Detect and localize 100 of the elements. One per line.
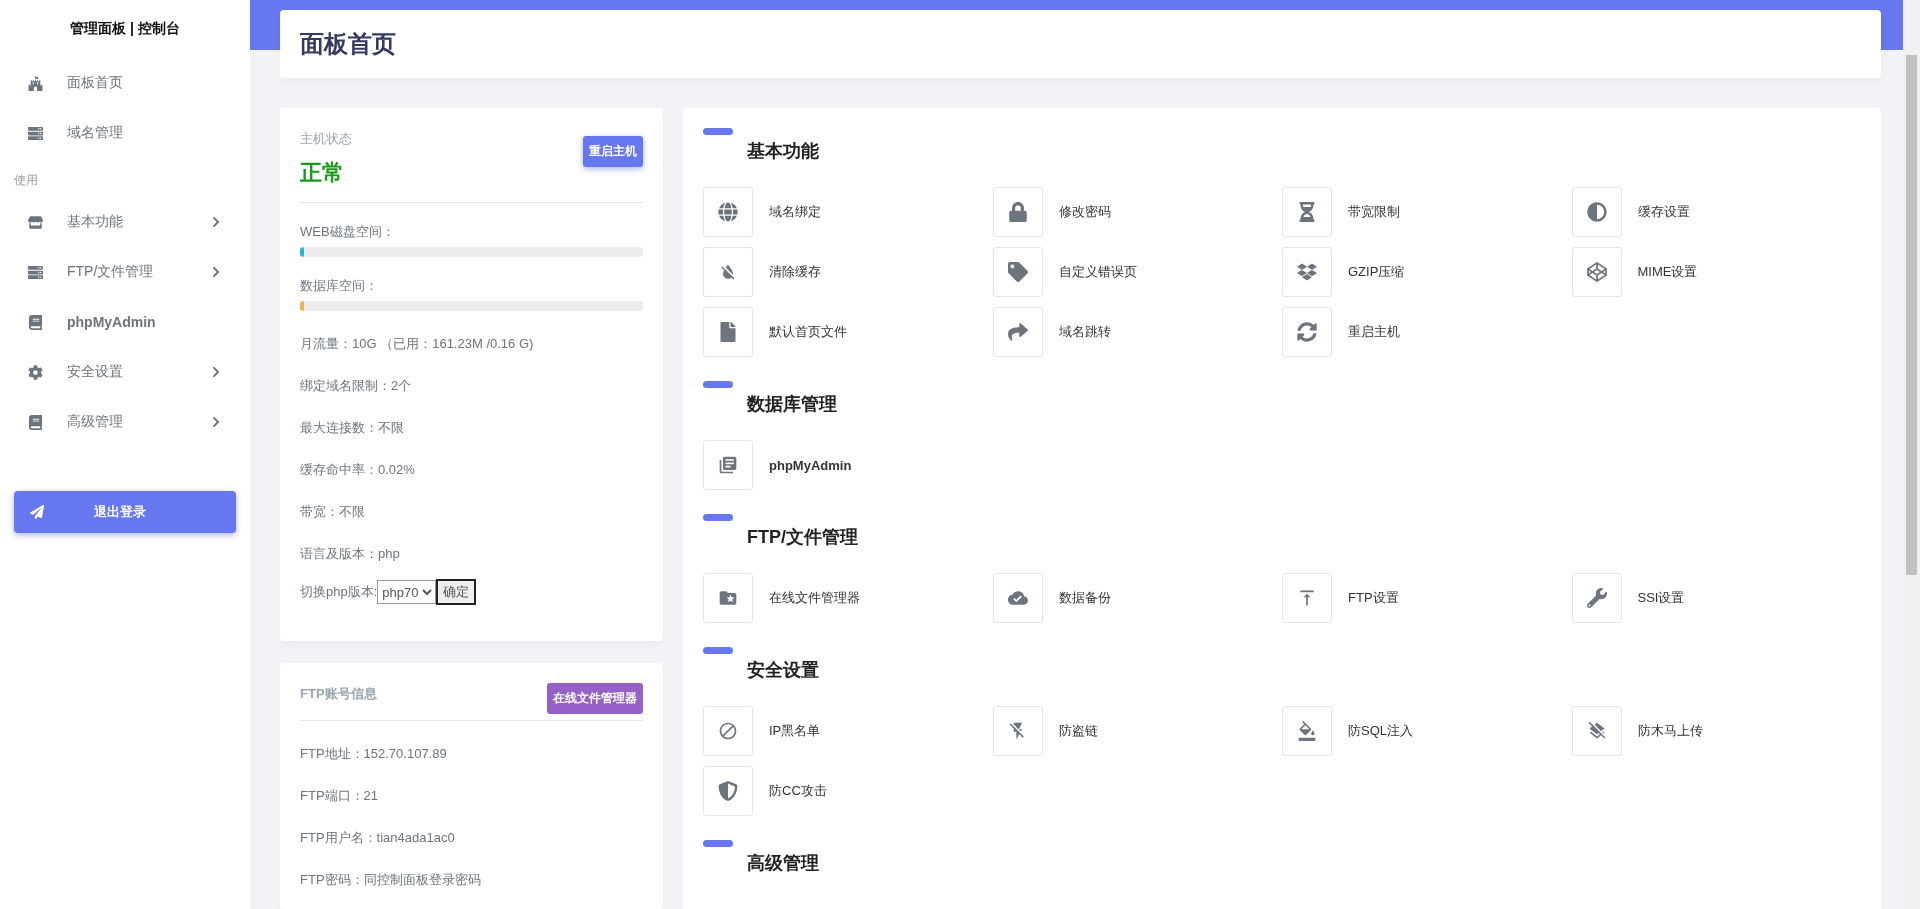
library-icon (718, 455, 738, 475)
feature-link[interactable]: GZIP压缩 (1348, 263, 1405, 281)
section-title: 数据库管理 (747, 393, 838, 416)
section-title: FTP/文件管理 (747, 526, 859, 549)
feature-icon-button[interactable] (1571, 573, 1622, 623)
feature-icon-button[interactable] (703, 706, 753, 756)
feature-icon-button[interactable] (703, 307, 753, 357)
refresh-icon (1297, 322, 1317, 342)
server-icon (28, 264, 43, 280)
feature-icon-button[interactable] (703, 440, 753, 490)
confirm-button[interactable]: 确定 (436, 579, 477, 605)
feature-link[interactable]: phpMyAdmin (769, 457, 852, 473)
feature-link[interactable]: MIME设置 (1637, 263, 1698, 281)
usage-label: 数据库空间： (300, 277, 379, 295)
feature-link[interactable]: FTP设置 (1348, 589, 1399, 607)
feature-icon-button[interactable] (703, 766, 753, 816)
php-version-select[interactable]: php70 (377, 580, 437, 604)
feature-icon-button[interactable] (992, 247, 1043, 297)
block-icon (718, 721, 738, 741)
chevron-icon (210, 266, 222, 278)
feature-icon-button[interactable] (1571, 247, 1622, 297)
feature-icon-button[interactable] (992, 573, 1043, 623)
page-title: 面板首页 (300, 29, 396, 59)
feature-link[interactable]: 修改密码 (1058, 203, 1111, 221)
sidebar-section-label: 使用 (14, 172, 39, 189)
boxes-icon (1297, 262, 1317, 282)
section-title: 安全设置 (747, 659, 820, 682)
info-text: 绑定域名限制：2个 (300, 377, 413, 395)
feature-link[interactable]: SSI设置 (1637, 589, 1685, 607)
feature-icon-button[interactable] (1571, 706, 1622, 756)
feature-icon-button[interactable] (992, 706, 1043, 756)
sidebar-item[interactable]: 面板首页 (14, 58, 236, 108)
sidebar-item[interactable]: 安全设置 (14, 347, 236, 397)
section-marker (703, 840, 733, 847)
feature-icon-button[interactable] (1282, 307, 1332, 357)
feature-link[interactable]: 清除缓存 (769, 263, 821, 281)
sidebar-item[interactable]: FTP/文件管理 (14, 247, 236, 297)
feature-link[interactable]: 默认首页文件 (769, 323, 847, 341)
scrollbar-thumb[interactable] (1906, 55, 1917, 575)
info-text: FTP端口：21 (300, 787, 379, 805)
logout-button[interactable]: 退出登录 (14, 491, 236, 533)
feature-icon-button[interactable] (992, 187, 1043, 237)
store-icon (28, 214, 43, 230)
info-text: 月流量：10G （已用：161.23M /0.16 G) (300, 335, 535, 353)
info-text: FTP用户名：tian4ada1ac0 (300, 829, 456, 847)
chevron-icon (210, 366, 222, 378)
sidebar-item[interactable]: 高级管理 (14, 397, 236, 447)
section-marker (703, 128, 733, 135)
file-icon (718, 322, 738, 342)
feature-link[interactable]: 防SQL注入 (1348, 722, 1413, 740)
info-text: FTP地址：152.70.107.89 (300, 745, 448, 763)
sidebar-item[interactable]: 域名管理 (14, 108, 236, 158)
section-marker (703, 381, 733, 388)
shield-icon (718, 781, 738, 801)
sidebar-item[interactable]: phpMyAdmin (14, 297, 236, 347)
tag-icon (1007, 262, 1028, 282)
feature-icon-button[interactable] (703, 573, 753, 623)
feature-icon-button[interactable] (703, 247, 753, 297)
feature-link[interactable]: 带宽限制 (1348, 203, 1400, 221)
brand-title: 管理面板 | 控制台 (69, 19, 181, 38)
feature-icon-button[interactable] (1282, 706, 1332, 756)
feature-icon-button[interactable] (1282, 247, 1332, 297)
info-text: 语言及版本：php (300, 545, 401, 563)
feature-link[interactable]: 域名绑定 (769, 203, 821, 221)
feature-link[interactable]: 重启主机 (1348, 323, 1400, 341)
restart-host-button[interactable]: 重启主机 (583, 136, 643, 167)
host-status: 正常 (300, 159, 345, 187)
file-manager-button[interactable]: 在线文件管理器 (547, 683, 643, 714)
feature-link[interactable]: 防CC攻击 (769, 782, 827, 800)
feature-link[interactable]: 自定义错误页 (1058, 263, 1137, 281)
paper-plane-icon (30, 505, 44, 519)
section-marker (703, 514, 733, 521)
upload-icon (1297, 588, 1317, 608)
section-title: 高级管理 (747, 852, 820, 875)
feature-icon-button[interactable] (1571, 187, 1622, 237)
section-title: 基本功能 (747, 140, 820, 163)
layers-slash-icon (1586, 721, 1607, 741)
feature-icon-button[interactable] (1282, 187, 1332, 237)
chevron-icon (210, 416, 222, 428)
castle-icon (28, 75, 43, 91)
feature-link[interactable]: 防盗链 (1058, 722, 1098, 740)
sidebar-item[interactable]: 基本功能 (14, 197, 236, 247)
feature-icon-button[interactable] (992, 307, 1043, 357)
feature-link[interactable]: IP黑名单 (769, 722, 821, 740)
feature-icon-button[interactable] (703, 187, 753, 237)
hourglass-icon (1297, 202, 1317, 222)
info-text: 缓存命中率：0.02% (300, 461, 416, 479)
feature-link[interactable]: 在线文件管理器 (769, 589, 860, 607)
lock-icon (1007, 202, 1028, 222)
feature-link[interactable]: 数据备份 (1058, 589, 1111, 607)
feature-link[interactable]: 域名跳转 (1058, 323, 1111, 341)
info-text: 最大连接数：不限 (300, 419, 405, 437)
usage-label: WEB磁盘空间： (300, 223, 396, 241)
settings-icon (28, 364, 43, 380)
feature-link[interactable]: 缓存设置 (1637, 203, 1690, 221)
feature-link[interactable]: 防木马上传 (1637, 722, 1703, 740)
card-title: 主机状态 (300, 130, 352, 148)
scrollbar[interactable] (1903, 0, 1920, 909)
info-text: FTP密码：同控制面板登录密码 (300, 871, 482, 889)
globe-icon (718, 202, 738, 222)
